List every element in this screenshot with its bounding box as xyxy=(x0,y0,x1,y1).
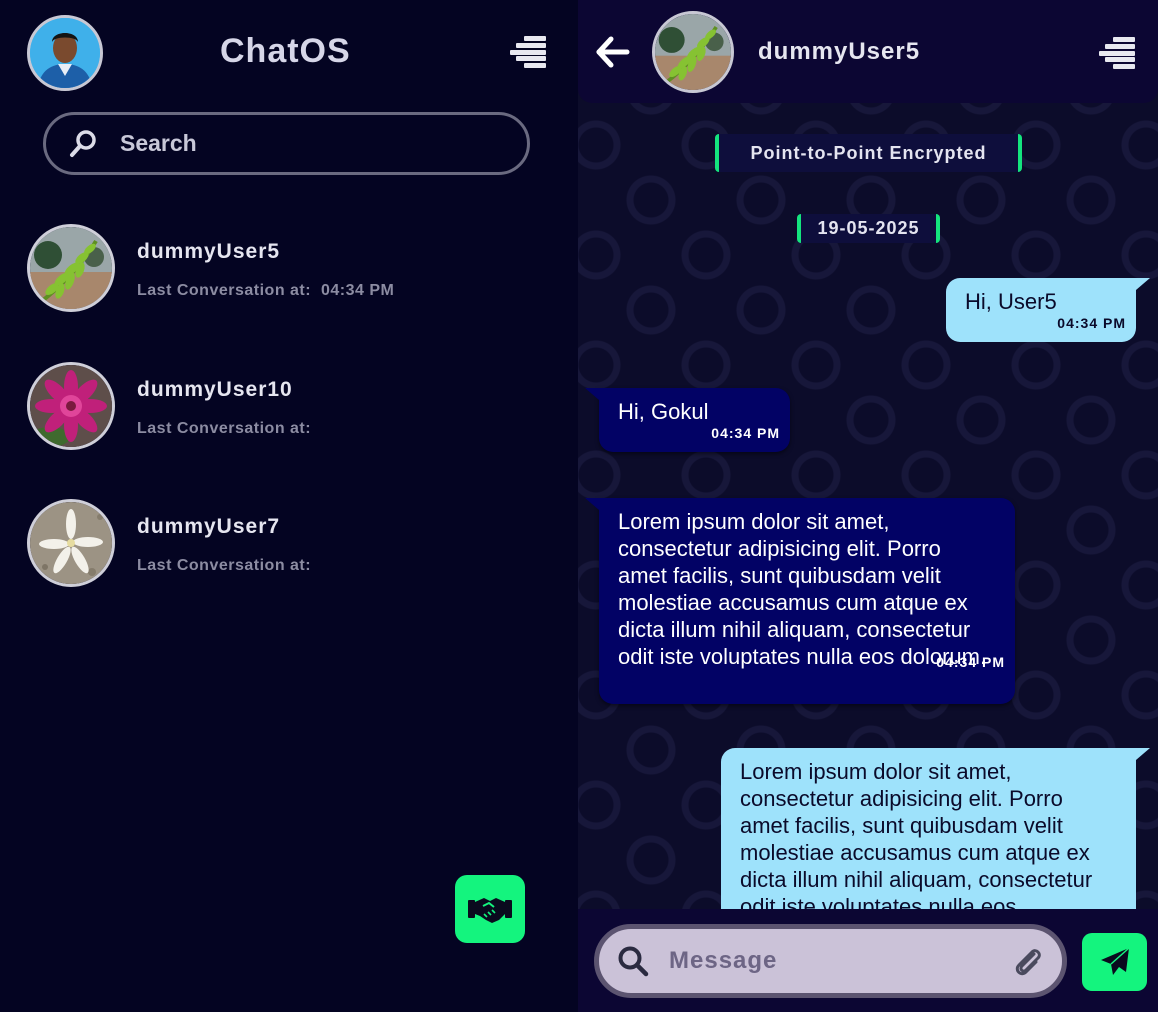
paperclip-icon[interactable] xyxy=(1010,944,1044,978)
menu-line xyxy=(510,49,546,55)
message-text: Lorem ipsum dolor sit amet, consectetur … xyxy=(740,759,1093,919)
contact-item-dummyuser7[interactable]: dummyUser7 Last Conversation at: xyxy=(27,499,547,589)
conversation-panel: dummyUser5 Point-to-Point Encrypted 19-0… xyxy=(578,0,1158,1012)
menu-line xyxy=(1105,43,1135,49)
menu-line xyxy=(1113,64,1135,69)
fern-leaf-photo xyxy=(30,227,112,309)
encryption-notice: Point-to-Point Encrypted xyxy=(715,134,1022,172)
peer-avatar[interactable] xyxy=(652,11,734,93)
back-arrow-icon[interactable] xyxy=(594,34,630,70)
last-conversation-label: Last Conversation at: xyxy=(137,420,312,437)
last-conversation: Last Conversation at: 04:34 PM xyxy=(137,282,394,300)
contact-name: dummyUser5 xyxy=(137,240,281,263)
white-flower-photo xyxy=(30,502,112,584)
search-input[interactable] xyxy=(120,130,480,157)
search-icon xyxy=(618,946,649,977)
send-button[interactable] xyxy=(1082,933,1147,991)
search-icon xyxy=(70,129,96,157)
date-divider: 19-05-2025 xyxy=(797,214,940,243)
message-text: Hi, User5 xyxy=(965,289,1057,314)
message-bubble-outgoing[interactable]: Hi, User5 04:34 PM xyxy=(946,278,1150,342)
contact-item-dummyuser10[interactable]: dummyUser10 Last Conversation at: xyxy=(27,362,547,452)
menu-line xyxy=(1099,50,1135,56)
message-composer xyxy=(578,909,1158,1012)
menu-line xyxy=(524,36,546,41)
my-profile-avatar[interactable] xyxy=(27,15,103,91)
last-conversation-time: 04:34 PM xyxy=(320,282,395,299)
message-input[interactable] xyxy=(669,947,1010,975)
message-time: 04:34 PM xyxy=(1057,315,1126,331)
contact-item-dummyuser5[interactable]: dummyUser5 Last Conversation at: 04:34 P… xyxy=(27,224,547,314)
chat-list-panel: ChatOS Search dummyUser5 Last Conversati… xyxy=(0,0,578,1012)
message-text: Hi, Gokul xyxy=(618,399,709,424)
pink-flower-photo xyxy=(30,365,112,447)
last-conversation-label: Last Conversation at: xyxy=(137,557,312,574)
message-text: Lorem ipsum dolor sit amet, consectetur … xyxy=(618,509,987,669)
new-connection-button[interactable] xyxy=(455,875,525,943)
menu-line xyxy=(1105,57,1135,63)
send-icon xyxy=(1100,947,1129,975)
message-time: 04:34 PM xyxy=(711,425,780,441)
menu-line xyxy=(1113,37,1135,42)
contact-avatar xyxy=(27,499,115,587)
contact-name: dummyUser7 xyxy=(137,515,281,538)
message-bubble-incoming[interactable]: Lorem ipsum dolor sit amet, consectetur … xyxy=(585,498,1015,704)
app-title: ChatOS xyxy=(220,32,351,70)
handshake-icon xyxy=(468,898,512,923)
last-conversation-label: Last Conversation at: xyxy=(137,282,312,299)
message-box[interactable] xyxy=(594,924,1067,998)
conversation-menu-button[interactable] xyxy=(1099,35,1135,71)
contact-name: dummyUser10 xyxy=(137,378,293,401)
last-conversation: Last Conversation at: xyxy=(137,420,321,438)
fern-leaf-photo xyxy=(655,14,731,90)
contact-avatar xyxy=(27,224,115,312)
message-bubble-incoming[interactable]: Hi, Gokul 04:34 PM xyxy=(585,388,790,452)
contact-avatar xyxy=(27,362,115,450)
last-conversation: Last Conversation at: xyxy=(137,557,321,575)
peer-name: dummyUser5 xyxy=(758,38,921,65)
conversation-header: dummyUser5 xyxy=(578,0,1158,103)
menu-line xyxy=(516,42,546,48)
person-photo xyxy=(30,18,100,88)
search-bar[interactable] xyxy=(43,112,530,175)
menu-line xyxy=(524,63,546,68)
sidebar-menu-button[interactable] xyxy=(510,34,546,70)
menu-line xyxy=(516,56,546,62)
